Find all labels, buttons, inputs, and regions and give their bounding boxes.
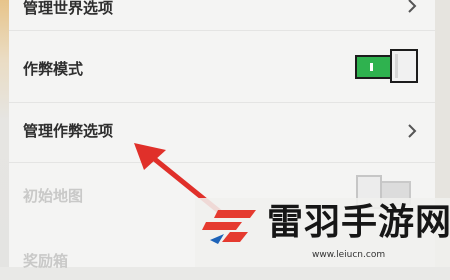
watermark-brand-text: 雷羽手游网 — [267, 202, 450, 243]
divider — [9, 30, 435, 31]
row-label: 管理作弊选项 — [23, 122, 114, 140]
brand-logo-icon — [202, 210, 256, 244]
row-label: 奖励箱 — [23, 252, 69, 270]
row-label: 初始地图 — [23, 187, 84, 205]
chevron-right-icon — [408, 124, 417, 138]
settings-row-manage-world-options[interactable]: 管理世界选项 — [9, 0, 435, 26]
chevron-right-icon — [408, 0, 417, 13]
watermark-url: www.leiucn.com — [312, 250, 386, 260]
cheat-mode-toggle[interactable] — [355, 49, 419, 83]
divider — [9, 102, 435, 103]
row-label: 作弊模式 — [23, 60, 84, 78]
row-label: 管理世界选项 — [23, 0, 114, 17]
